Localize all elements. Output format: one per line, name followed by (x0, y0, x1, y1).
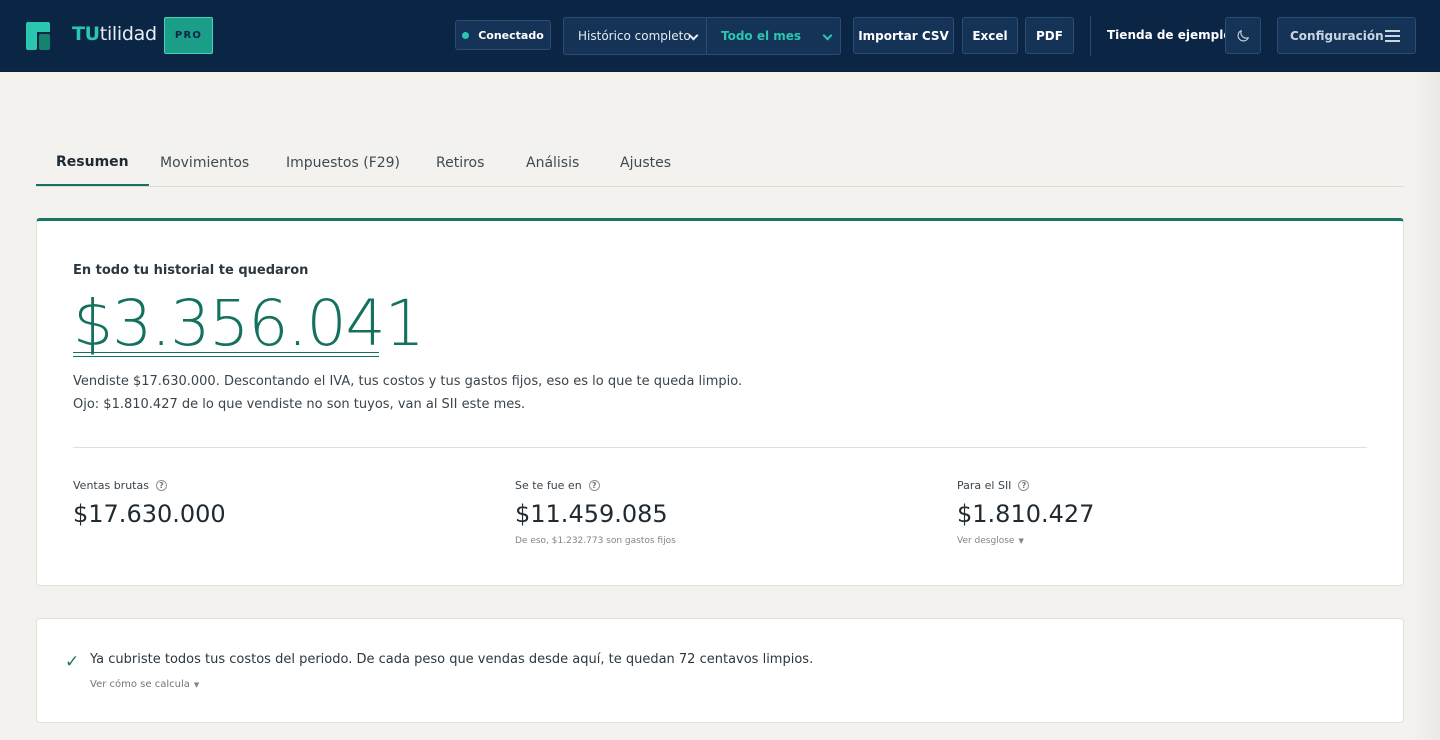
chevron-down-icon (822, 30, 833, 41)
period-selector: Histórico completo Todo el mes (563, 17, 841, 55)
theme-toggle-button[interactable] (1225, 17, 1261, 54)
hamburger-icon (1385, 30, 1400, 42)
summary-description-2: Ojo: $1.810.427 de lo que vendiste no so… (73, 397, 526, 412)
store-name: Tienda de ejemplo (1107, 28, 1232, 42)
tab-ajustes[interactable]: Ajustes (620, 140, 671, 186)
stat-expenses: Se te fue en ? $11.459.085 De eso, $1.23… (515, 479, 676, 546)
stat-value: $1.810.427 (957, 500, 1095, 528)
stat-subtext: De eso, $1.232.773 son gastos fijos (515, 536, 676, 546)
tab-impuestos[interactable]: Impuestos (F29) (286, 140, 400, 186)
stat-value: $11.459.085 (515, 500, 668, 528)
connection-status-button[interactable]: Conectado (455, 20, 551, 50)
scroll-shadow (1412, 72, 1440, 740)
connection-status-label: Conectado (478, 28, 544, 42)
import-csv-button[interactable]: Importar CSV (853, 17, 954, 54)
stat-tax: Para el SII ? $1.810.427 Ver desglose ▼ (957, 479, 1094, 546)
settings-menu-button[interactable]: Configuración (1277, 17, 1416, 54)
help-icon[interactable]: ? (155, 480, 167, 491)
stat-label: Ventas brutas ? (73, 479, 226, 492)
stat-value: $17.630.000 (73, 500, 226, 528)
stat-label: Para el SII ? (957, 479, 1094, 492)
caret-down-icon: ▼ (1018, 537, 1024, 545)
tab-movimientos[interactable]: Movimientos (160, 140, 249, 186)
net-profit-underline (73, 352, 379, 357)
summary-intro: En todo tu historial te quedaron (73, 263, 309, 278)
header-divider (1090, 16, 1091, 56)
export-excel-button[interactable]: Excel (962, 17, 1018, 54)
plan-badge: PRO (164, 17, 213, 54)
export-pdf-button[interactable]: PDF (1025, 17, 1074, 54)
caret-down-icon: ▼ (193, 681, 200, 689)
logo-icon (26, 22, 50, 50)
stat-label: Se te fue en ? (515, 479, 676, 492)
net-profit-amount: $3.356.041 (73, 287, 425, 360)
month-select[interactable]: Todo el mes (707, 18, 840, 54)
stat-label-text: Para el SII (957, 479, 1012, 492)
brand-part-1: TU (72, 23, 100, 45)
stat-gross-sales: Ventas brutas ? $17.630.000 (73, 479, 226, 528)
help-icon[interactable]: ? (588, 480, 600, 491)
view-breakdown-link[interactable]: Ver desglose ▼ (957, 536, 1094, 546)
breakeven-message: Ya cubriste todos tus costos del periodo… (90, 652, 814, 667)
stat-label-text: Se te fue en (515, 479, 582, 492)
summary-card: En todo tu historial te quedaron $3.356.… (36, 218, 1404, 586)
check-icon: ✓ (65, 652, 80, 672)
status-dot-icon (462, 31, 470, 39)
divider (73, 447, 1367, 448)
moon-icon (1237, 29, 1249, 41)
history-select[interactable]: Histórico completo (564, 18, 707, 54)
history-select-value: Histórico completo (578, 29, 691, 43)
tab-analisis[interactable]: Análisis (526, 140, 579, 186)
breakeven-card: ✓ Ya cubriste todos tus costos del perio… (36, 618, 1404, 723)
stat-label-text: Ventas brutas (73, 479, 149, 492)
top-navbar: TUtilidad PRO Conectado Histórico comple… (0, 0, 1440, 72)
help-icon[interactable]: ? (1018, 480, 1030, 491)
brand-name: TUtilidad (72, 23, 157, 45)
how-calculated-label: Ver cómo se calcula (90, 679, 190, 690)
brand-part-2: tilidad (99, 23, 157, 45)
section-tabs: Resumen Movimientos Impuestos (F29) Reti… (36, 140, 1404, 187)
how-calculated-link[interactable]: Ver cómo se calcula ▼ (90, 679, 199, 690)
tab-resumen[interactable]: Resumen (36, 140, 149, 186)
month-select-value: Todo el mes (721, 29, 802, 43)
tab-retiros[interactable]: Retiros (436, 140, 484, 186)
view-breakdown-label: Ver desglose (957, 536, 1015, 546)
settings-label: Configuración (1290, 28, 1384, 43)
summary-description-1: Vendiste $17.630.000. Descontando el IVA… (73, 374, 743, 389)
